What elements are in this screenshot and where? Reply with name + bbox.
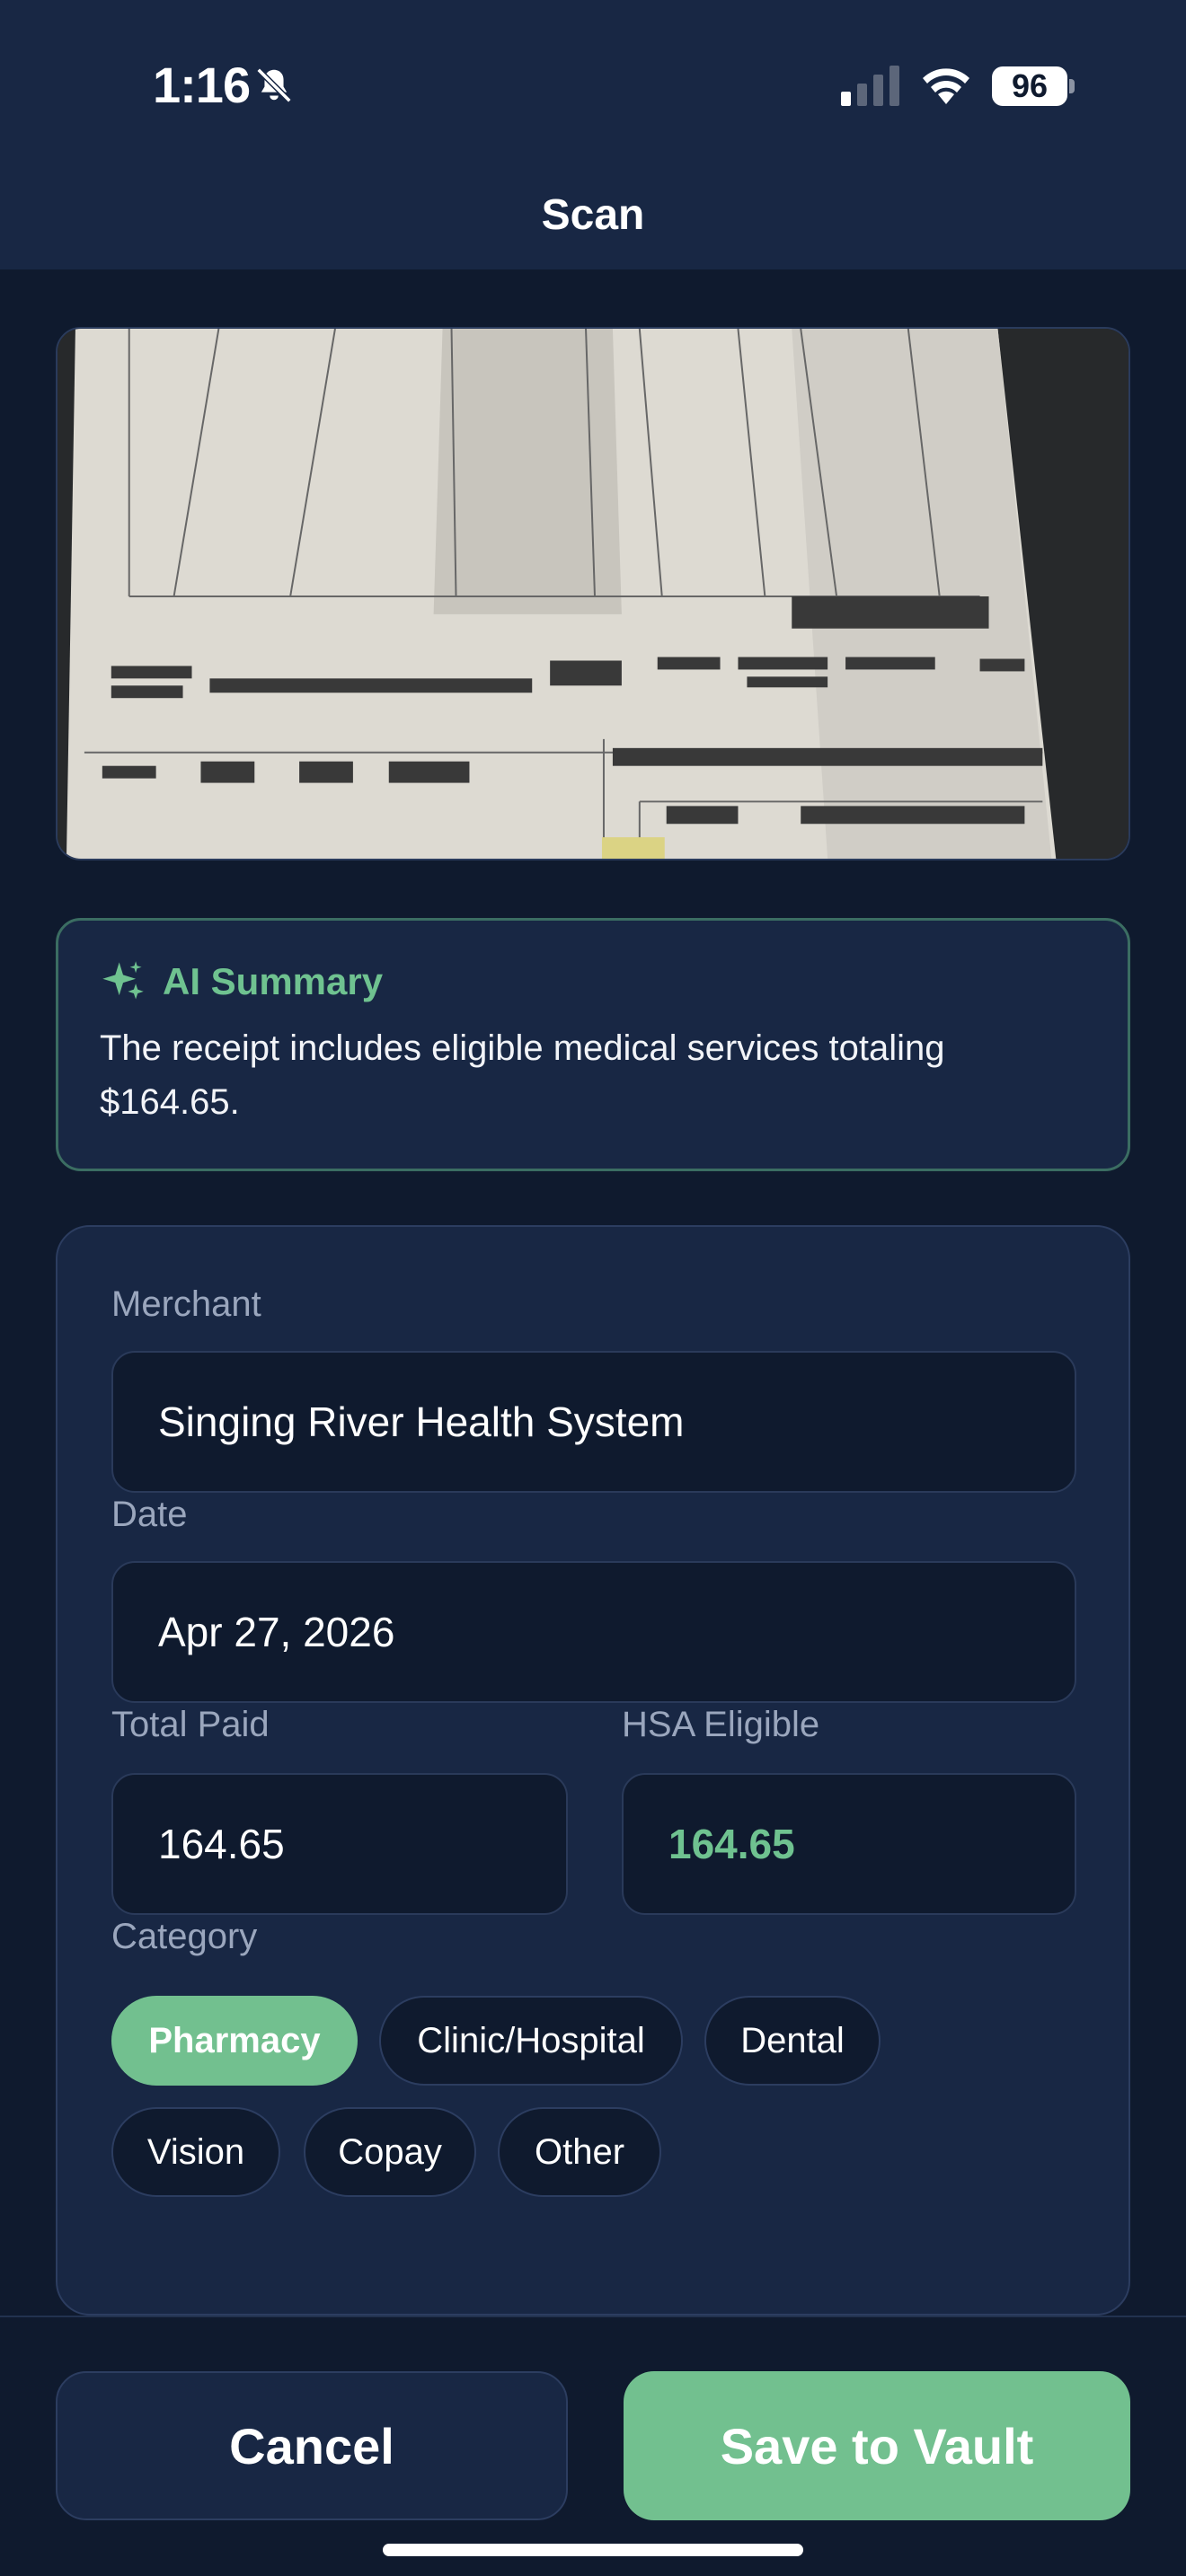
category-chip-vision[interactable]: Vision	[111, 2107, 280, 2197]
total-paid-label: Total Paid	[111, 1705, 270, 1744]
hsa-eligible-input[interactable]: 164.65	[622, 1773, 1076, 1915]
receipt-image[interactable]	[56, 327, 1130, 860]
signal-icon	[841, 66, 899, 106]
top-bar: 1:16 96 Scan	[0, 0, 1186, 269]
date-label: Date	[111, 1495, 188, 1534]
total-paid-input[interactable]: 164.65	[111, 1773, 568, 1915]
ai-summary-card: AI Summary The receipt includes eligible…	[56, 918, 1130, 1171]
page-title: Scan	[541, 191, 645, 239]
category-chip-copay[interactable]: Copay	[304, 2107, 476, 2197]
cancel-button[interactable]: Cancel	[56, 2371, 568, 2520]
category-chip-clinic-hospital[interactable]: Clinic/Hospital	[379, 1996, 683, 2086]
merchant-label: Merchant	[111, 1284, 261, 1324]
date-input[interactable]: Apr 27, 2026	[111, 1561, 1076, 1703]
battery-tip	[1069, 79, 1075, 93]
category-chip-pharmacy[interactable]: Pharmacy	[111, 1996, 358, 2086]
status-time: 1:16	[153, 57, 251, 113]
home-indicator[interactable]	[383, 2544, 803, 2556]
sparkle-icon	[102, 961, 144, 1000]
ai-summary-header: AI Summary	[100, 958, 1086, 1005]
receipt-photo-icon	[58, 329, 1128, 859]
bell-slash-icon	[256, 67, 292, 103]
category-chip-dental[interactable]: Dental	[704, 1996, 881, 2086]
merchant-input[interactable]: Singing River Health System	[111, 1351, 1076, 1493]
ai-summary-title: AI Summary	[163, 960, 384, 1002]
save-to-vault-button[interactable]: Save to Vault	[624, 2371, 1130, 2520]
category-chip-other[interactable]: Other	[498, 2107, 661, 2197]
category-label: Category	[111, 1917, 258, 1956]
wifi-icon	[923, 68, 969, 104]
receipt-form: Merchant Singing River Health System Dat…	[56, 1225, 1130, 2316]
scan-screen: 1:16 96 Scan AI Summary The receipt incl…	[0, 0, 1186, 2576]
battery-icon: 96	[992, 66, 1067, 106]
bottom-action-bar: Cancel Save to Vault	[0, 2316, 1186, 2576]
hsa-eligible-label: HSA Eligible	[622, 1705, 820, 1744]
ai-summary-text: The receipt includes eligible medical se…	[100, 1028, 945, 1122]
